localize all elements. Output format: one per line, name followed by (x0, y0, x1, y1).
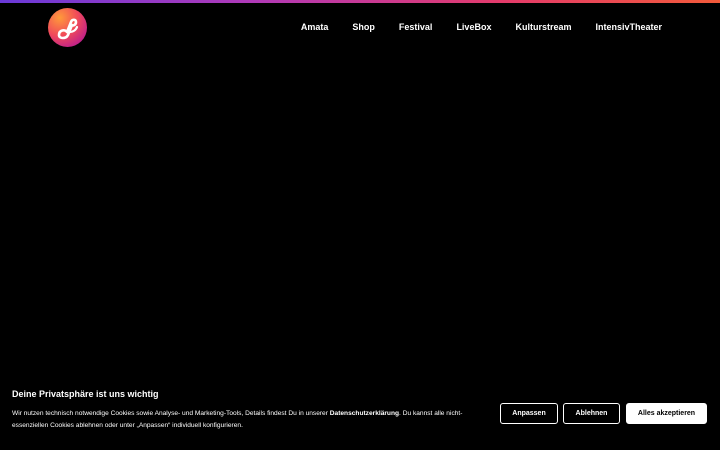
cookie-banner-text: Wir nutzen technisch notwendige Cookies … (12, 408, 482, 432)
decline-cookies-button[interactable]: Ablehnen (563, 403, 620, 424)
nav-item-intensivtheater[interactable]: IntensivTheater (595, 20, 662, 34)
page: Amata Shop Festival LiveBox Kulturstream… (0, 0, 720, 450)
page-scrollbar[interactable] (712, 3, 720, 377)
privacy-policy-link[interactable]: Datenschutzerklärung (330, 410, 399, 417)
nav-item-shop[interactable]: Shop (352, 20, 375, 34)
cookie-banner-title: Deine Privatsphäre ist uns wichtig (12, 389, 159, 399)
logo-home-link[interactable] (48, 8, 87, 47)
accept-all-cookies-button[interactable]: Alles akzeptieren (626, 403, 707, 424)
nav-item-festival[interactable]: Festival (399, 20, 433, 34)
top-accent-bar (0, 0, 720, 3)
main-nav: Amata Shop Festival LiveBox Kulturstream… (277, 20, 662, 34)
nav-item-livebox[interactable]: LiveBox (456, 20, 491, 34)
nav-item-amata[interactable]: Amata (301, 20, 329, 34)
nav-item-kulturstream[interactable]: Kulturstream (515, 20, 571, 34)
cookie-text-part1: Wir nutzen technisch notwendige Cookies … (12, 410, 330, 417)
music-note-logo-icon (57, 18, 79, 40)
cookie-consent-banner: Deine Privatsphäre ist uns wichtig Wir n… (0, 377, 720, 450)
customize-cookies-button[interactable]: Anpassen (500, 403, 558, 424)
